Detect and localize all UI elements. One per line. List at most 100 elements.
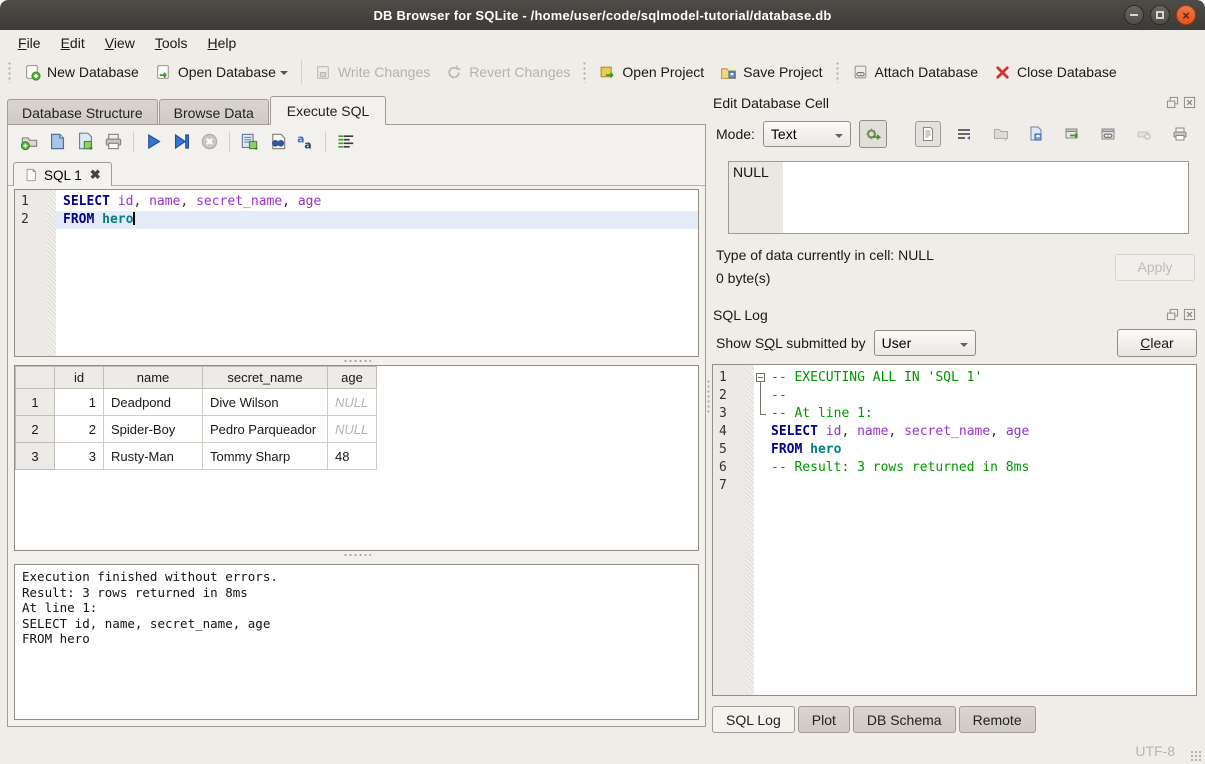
log-filter-select[interactable]: User	[874, 330, 976, 356]
editor-code-area[interactable]: SELECT id, name, secret_name, age FROM h…	[56, 190, 698, 356]
set-null-button[interactable]	[1131, 121, 1157, 147]
log-line: -- At line 1:	[754, 405, 1196, 423]
editor-fold-margin	[47, 190, 56, 356]
apply-button[interactable]: Apply	[1115, 254, 1195, 281]
export-cell-data-button[interactable]	[1023, 121, 1049, 147]
autocomplete-button[interactable]: aa	[296, 132, 315, 151]
fold-collapse-icon[interactable]	[756, 373, 765, 382]
mode-select[interactable]: Text	[763, 121, 851, 147]
close-sql-tab-icon[interactable]: ✖	[90, 167, 101, 183]
editor-line-numbers: 1 2	[15, 190, 47, 356]
float-dock-icon[interactable]	[1166, 308, 1179, 321]
log-line-numbers: 1 2 3 4 5 6 7	[713, 365, 745, 695]
menu-bar: File Edit View Tools Help	[0, 30, 1205, 55]
svg-text:a: a	[304, 139, 311, 151]
sql-tab-bar: SQL 1 ✖	[8, 158, 705, 186]
cell-word-wrap-button[interactable]	[951, 121, 977, 147]
attach-database-button[interactable]: Attach Database	[844, 60, 987, 85]
chevron-down-icon	[835, 134, 843, 142]
tab-sql-log[interactable]: SQL Log	[712, 706, 795, 733]
toolbar-drag-handle[interactable]	[582, 61, 587, 83]
print-sql-button[interactable]	[104, 132, 123, 151]
close-button[interactable]: ×	[1176, 5, 1196, 25]
sql-toolbar-separator	[133, 132, 134, 152]
cell-size-info: 0 byte(s)	[716, 267, 934, 290]
log-line: -- Result: 3 rows returned in 8ms	[754, 459, 1196, 477]
close-dock-icon[interactable]	[1183, 96, 1196, 109]
link-cell-button[interactable]	[1095, 121, 1121, 147]
sql-log-view[interactable]: 1 2 3 4 5 6 7 -- EXECUTING ALL IN 'SQL 1…	[712, 364, 1197, 696]
stop-execution-button[interactable]	[200, 132, 219, 151]
open-database-button[interactable]: Open Database	[147, 60, 296, 85]
results-grid[interactable]: id name secret_name age 1 1 Deadpond Div…	[14, 365, 699, 551]
auto-apply-button[interactable]	[859, 120, 887, 148]
menu-view[interactable]: View	[95, 32, 145, 54]
table-row[interactable]: 1 1 Deadpond Dive Wilson NULL	[16, 389, 377, 416]
menu-file[interactable]: File	[8, 32, 51, 54]
revert-changes-button[interactable]: Revert Changes	[438, 60, 578, 85]
word-wrap-button[interactable]	[336, 132, 355, 151]
tab-browse-data[interactable]: Browse Data	[159, 99, 269, 125]
editor-line-current: FROM hero	[56, 211, 698, 229]
print-cell-button[interactable]	[1167, 121, 1193, 147]
autocomplete-icon: aa	[296, 132, 315, 151]
table-row[interactable]: 2 2 Spider-Boy Pedro Parqueador NULL	[16, 416, 377, 443]
open-project-button[interactable]: Open Project	[591, 60, 712, 85]
maximize-button[interactable]	[1150, 5, 1170, 25]
dock-splitter-handle[interactable]	[706, 379, 711, 415]
execute-all-button[interactable]	[144, 132, 163, 151]
toolbar-drag-handle[interactable]	[835, 61, 840, 83]
clear-log-button[interactable]: Clear	[1117, 329, 1197, 357]
minimize-button[interactable]	[1124, 5, 1144, 25]
cell-value-editor[interactable]: NULL	[728, 161, 1189, 234]
column-header-name[interactable]: name	[104, 367, 203, 389]
menu-edit[interactable]: Edit	[51, 32, 95, 54]
open-database-dropdown-icon[interactable]	[280, 71, 288, 79]
minimize-icon	[1130, 14, 1138, 16]
tab-plot[interactable]: Plot	[798, 706, 850, 733]
tab-db-schema[interactable]: DB Schema	[853, 706, 956, 733]
main-tab-bar: Database Structure Browse Data Execute S…	[7, 96, 706, 124]
column-header-secret-name[interactable]: secret_name	[203, 367, 328, 389]
log-line: -- EXECUTING ALL IN 'SQL 1'	[754, 369, 1196, 387]
save-project-button[interactable]: Save Project	[712, 60, 830, 85]
resize-grip[interactable]	[1190, 750, 1202, 762]
column-header-id[interactable]: id	[55, 367, 104, 389]
tab-remote[interactable]: Remote	[959, 706, 1036, 733]
toolbar-drag-handle[interactable]	[7, 61, 12, 83]
close-dock-icon[interactable]	[1183, 308, 1196, 321]
log-line: FROM hero	[754, 441, 1196, 459]
import-cell-data-button[interactable]	[987, 121, 1013, 147]
column-header-age[interactable]: age	[328, 367, 377, 389]
sql-editor[interactable]: 1 2 SELECT id, name, secret_name, age FR…	[14, 189, 699, 357]
table-row[interactable]: 3 3 Rusty-Man Tommy Sharp 48	[16, 443, 377, 470]
new-sql-tab-button[interactable]	[20, 132, 39, 151]
execute-sql-panel: Database Structure Browse Data Execute S…	[0, 89, 706, 736]
tab-execute-sql[interactable]: Execute SQL	[270, 96, 387, 125]
execute-current-line-button[interactable]	[172, 132, 191, 151]
write-changes-button[interactable]: Write Changes	[307, 60, 438, 85]
results-message-splitter[interactable]	[8, 551, 705, 559]
editor-results-splitter[interactable]	[8, 357, 705, 365]
new-database-button[interactable]: New Database	[16, 60, 147, 85]
tab-database-structure[interactable]: Database Structure	[7, 99, 158, 125]
dock-tab-bar: SQL Log Plot DB Schema Remote	[712, 706, 1197, 733]
sql1-tab[interactable]: SQL 1 ✖	[13, 162, 112, 186]
menu-tools[interactable]: Tools	[145, 32, 198, 54]
menu-help[interactable]: Help	[198, 32, 247, 54]
open-in-external-app-button[interactable]	[1059, 121, 1085, 147]
edit-cell-dock: Edit Database Cell Mode: Text	[712, 92, 1197, 290]
cell-print-icon	[1172, 126, 1188, 142]
close-database-button[interactable]: Close Database	[986, 60, 1125, 85]
sql-toolbar-separator	[229, 132, 230, 152]
export-results-button[interactable]	[240, 132, 259, 151]
open-database-icon	[155, 64, 172, 81]
open-sql-file-button[interactable]	[48, 132, 67, 151]
text-mode-button[interactable]	[915, 121, 941, 147]
float-dock-icon[interactable]	[1166, 96, 1179, 109]
corner-header	[16, 367, 55, 389]
title-bar[interactable]: DB Browser for SQLite - /home/user/code/…	[0, 0, 1205, 30]
save-sql-file-button[interactable]	[76, 132, 95, 151]
log-fold-margin	[745, 365, 754, 695]
find-button[interactable]	[268, 132, 287, 151]
